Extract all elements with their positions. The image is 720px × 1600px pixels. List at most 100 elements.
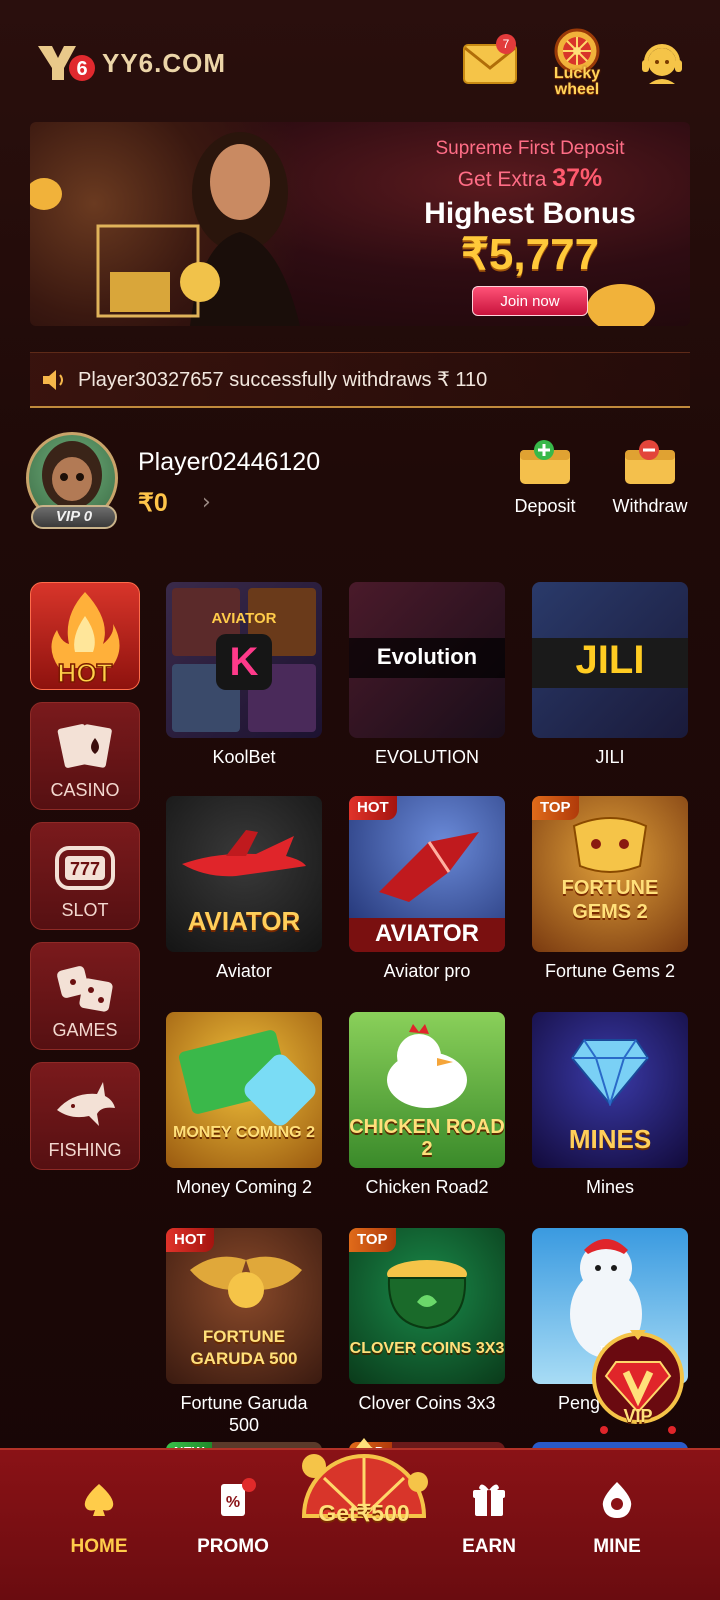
game-card-chicken-road-2[interactable]: CHICKEN ROAD 2 Chicken Road2 bbox=[349, 1012, 505, 1198]
get-bonus-wheel-button[interactable]: Get₹500 bbox=[294, 1436, 434, 1546]
game-thumbnail: TOP FORTUNE GEMS 2 bbox=[532, 796, 688, 952]
game-name: EVOLUTION bbox=[374, 747, 480, 767]
user-drop-icon bbox=[602, 1482, 632, 1518]
chicken-icon bbox=[387, 1024, 467, 1108]
nav-mine[interactable]: MINE bbox=[562, 1480, 672, 1558]
hot-badge: HOT bbox=[349, 796, 397, 820]
top-badge: TOP bbox=[349, 1228, 396, 1252]
thumb-title: AVIATOR bbox=[211, 610, 277, 627]
game-thumbnail: MONEY COMING 2 bbox=[166, 1012, 322, 1168]
slot-machine-icon: 777 bbox=[55, 846, 115, 890]
game-card-evolution[interactable]: Evolution EVOLUTION bbox=[349, 582, 505, 768]
deposit-button[interactable]: Deposit bbox=[495, 440, 595, 520]
game-name: Money Coming 2 bbox=[175, 1177, 313, 1197]
lucky-wheel-button[interactable]: Lucky wheel bbox=[542, 26, 612, 100]
game-card-aviator[interactable]: AVIATOR Aviator bbox=[166, 796, 322, 982]
customer-service-button[interactable] bbox=[630, 32, 694, 96]
logo-text: YY6.COM bbox=[102, 47, 227, 78]
nav-earn[interactable]: EARN bbox=[434, 1480, 544, 1558]
thumb-title: MONEY COMING 2 bbox=[173, 1124, 315, 1141]
username: Player02446120 bbox=[138, 448, 321, 476]
svg-text:777: 777 bbox=[70, 859, 100, 879]
game-name: Fortune Garuda 500 bbox=[180, 1393, 308, 1435]
shark-icon bbox=[57, 1082, 115, 1126]
nav-mine-label: MINE bbox=[593, 1536, 641, 1557]
thumb-title: FORTUNE GARUDA 500 bbox=[190, 1327, 298, 1368]
nav-promo-label: PROMO bbox=[197, 1536, 269, 1557]
game-card-aviator-pro[interactable]: HOT AVIATOR Aviator pro bbox=[349, 796, 505, 982]
banner-headline: Highest Bonus bbox=[424, 197, 636, 230]
withdraw-announcement: Player30327657 successfully withdraws ₹ … bbox=[30, 352, 690, 408]
banner-line-1: Supreme First Deposit bbox=[435, 138, 625, 159]
game-card-koolbet[interactable]: AVIATOR K KoolBet bbox=[166, 582, 322, 768]
withdraw-button[interactable]: Withdraw bbox=[600, 440, 700, 520]
hot-badge: HOT bbox=[166, 1228, 214, 1252]
game-card-money-coming-2[interactable]: MONEY COMING 2 Money Coming 2 bbox=[166, 1012, 322, 1198]
category-hot-label: HOT bbox=[58, 658, 113, 686]
thumb-title: JILI bbox=[575, 638, 645, 682]
vip-level-badge: VIP 0 bbox=[31, 505, 117, 529]
garuda-icon bbox=[190, 1256, 302, 1308]
jet-icon bbox=[379, 832, 479, 902]
game-name: KoolBet bbox=[212, 747, 276, 767]
category-games-label: GAMES bbox=[52, 1020, 118, 1040]
promo-banner[interactable]: Supreme First Deposit Get Extra 37% High… bbox=[30, 122, 690, 326]
game-card-clover-coins-3x3[interactable]: TOP CLOVER COINS 3X3 Clover Coins 3x3 bbox=[349, 1228, 505, 1414]
spade-icon bbox=[84, 1484, 114, 1516]
golden-mask-icon bbox=[572, 817, 648, 873]
category-slot[interactable]: 777 SLOT bbox=[30, 822, 140, 930]
diamond-icon bbox=[570, 1039, 650, 1106]
vip-float-button[interactable]: VIP bbox=[590, 1326, 686, 1436]
game-thumbnail: TOP CLOVER COINS 3X3 bbox=[349, 1228, 505, 1384]
game-name: Fortune Gems 2 bbox=[544, 961, 676, 981]
banner-model-illustration bbox=[96, 132, 300, 326]
game-thumbnail: JILI bbox=[532, 582, 688, 738]
cards-icon bbox=[57, 724, 112, 768]
deposit-label: Deposit bbox=[514, 496, 576, 516]
deposit-wallet-icon bbox=[520, 440, 570, 484]
game-thumbnail: AVIATOR K bbox=[166, 582, 322, 738]
balance-amount: ₹0 bbox=[138, 489, 168, 517]
thumb-title: FORTUNE GEMS 2 bbox=[561, 877, 659, 923]
category-casino[interactable]: CASINO bbox=[30, 702, 140, 810]
nav-promo[interactable]: % PROMO bbox=[178, 1478, 288, 1558]
category-hot[interactable]: HOT bbox=[30, 582, 140, 690]
game-name: Aviator pro bbox=[383, 961, 471, 981]
mail-button[interactable]: 7 bbox=[458, 32, 522, 96]
game-card-mines[interactable]: MINES Mines bbox=[532, 1012, 688, 1198]
game-thumbnail: HOT FORTUNE GARUDA 500 bbox=[166, 1228, 322, 1384]
game-card-fortune-gems-2[interactable]: TOP FORTUNE GEMS 2 Fortune Gems 2 bbox=[532, 796, 688, 982]
banner-line-2-prefix: Get Extra bbox=[457, 168, 553, 191]
category-fishing[interactable]: FISHING bbox=[30, 1062, 140, 1170]
game-card-jili[interactable]: JILI JILI bbox=[532, 582, 688, 768]
nav-earn-label: EARN bbox=[462, 1536, 516, 1557]
logo: 6 YY6.COM bbox=[36, 40, 226, 86]
game-card-fortune-garuda-500[interactable]: HOT FORTUNE GARUDA 500 Fortune Garuda 50… bbox=[166, 1228, 322, 1436]
thumb-title: AVIATOR bbox=[374, 920, 479, 947]
svg-text:%: % bbox=[226, 1494, 240, 1511]
coin-icon bbox=[30, 178, 62, 210]
vip-float-label: VIP bbox=[623, 1406, 653, 1426]
game-name: JILI bbox=[595, 747, 625, 767]
nav-home-label: HOME bbox=[70, 1536, 128, 1557]
lucky-wheel-label: Lucky wheel bbox=[553, 65, 601, 98]
koolbet-logo: K bbox=[216, 634, 272, 690]
game-thumbnail: MINES bbox=[532, 1012, 688, 1168]
mail-badge: 7 bbox=[496, 34, 516, 54]
announcement-text: Player30327657 successfully withdraws ₹ … bbox=[78, 369, 488, 391]
nav-home[interactable]: HOME bbox=[44, 1480, 154, 1558]
thumb-title: CHICKEN ROAD 2 bbox=[349, 1116, 505, 1160]
banner-line-2: Get Extra 37% bbox=[390, 164, 670, 193]
top-header: 6 YY6.COM 7 Lucky wheel bbox=[0, 0, 720, 120]
speaker-icon bbox=[43, 369, 63, 390]
gift-icon bbox=[473, 1484, 505, 1516]
logo-mark-icon: 6 bbox=[38, 46, 95, 81]
thumb-title: MINES bbox=[568, 1124, 652, 1154]
thumb-title: Evolution bbox=[376, 644, 478, 669]
game-name: Aviator bbox=[216, 961, 272, 981]
category-games[interactable]: GAMES bbox=[30, 942, 140, 1050]
chevron-right-icon[interactable]: › bbox=[202, 490, 211, 515]
category-slot-label: SLOT bbox=[61, 900, 109, 920]
banner-amount: ₹5,777 bbox=[460, 230, 600, 279]
join-now-button[interactable]: Join now bbox=[472, 286, 588, 316]
